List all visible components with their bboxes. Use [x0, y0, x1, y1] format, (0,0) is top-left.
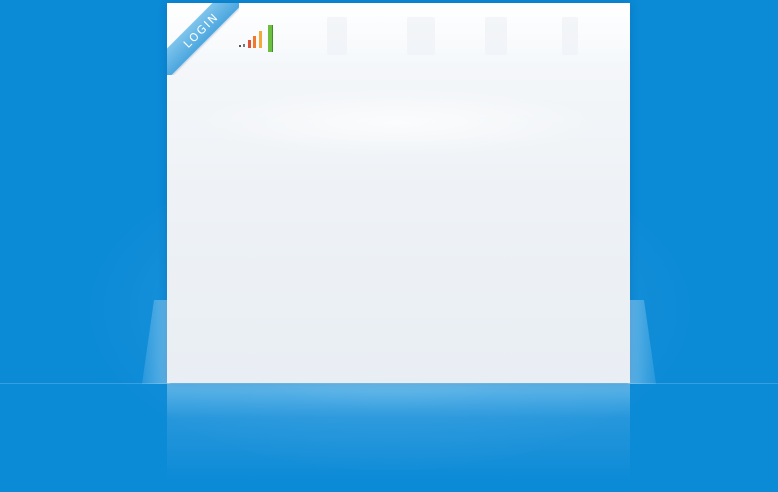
signal-bars-icon: [239, 25, 273, 52]
card-reflection: [167, 383, 630, 483]
panel-sheen: [187, 88, 607, 158]
login-ribbon-label: LOGIN: [180, 9, 222, 51]
header-placeholder: [485, 17, 507, 55]
login-ribbon: LOGIN: [167, 3, 239, 75]
header-placeholder: [327, 17, 347, 55]
light-beam-left: [142, 300, 170, 384]
floor-line: [0, 383, 778, 384]
login-panel: LOGIN: [167, 3, 630, 383]
header-placeholder: [407, 17, 435, 55]
corner-ribbon: LOGIN: [167, 3, 239, 75]
light-beam-right: [628, 300, 656, 384]
login-page: LOGIN: [0, 0, 778, 492]
header-placeholder: [562, 17, 578, 55]
